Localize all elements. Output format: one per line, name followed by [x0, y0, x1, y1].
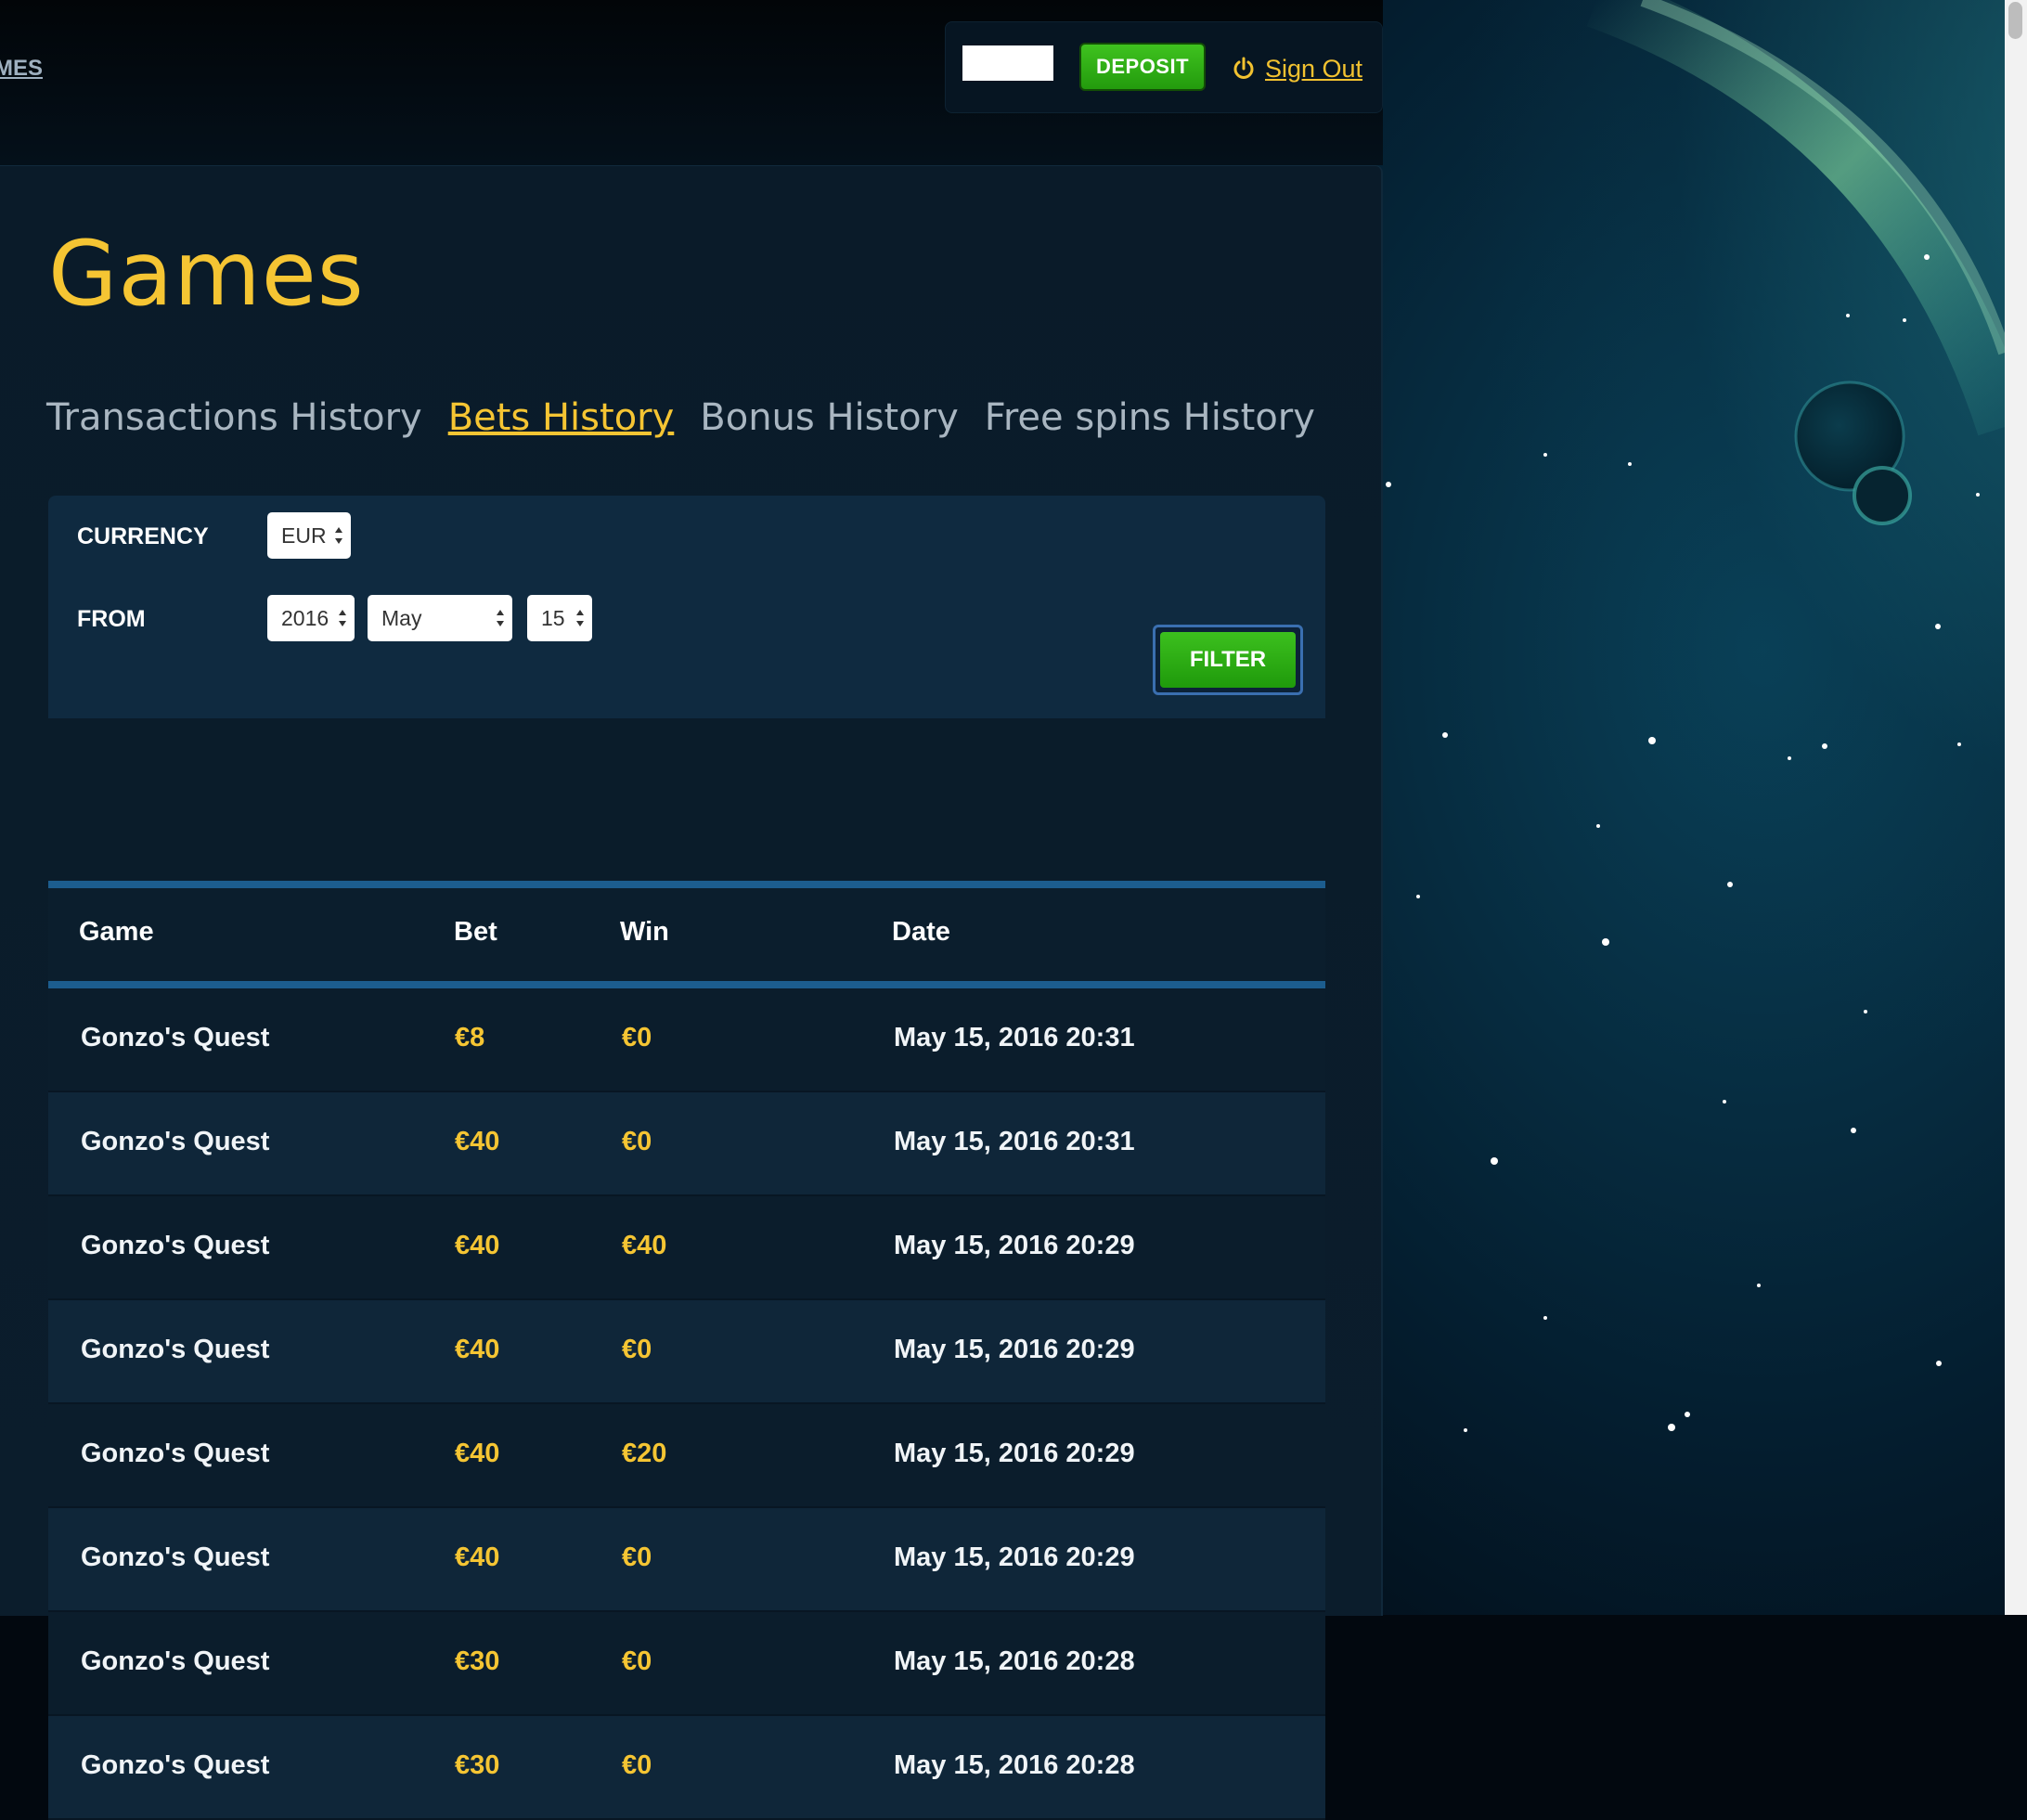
from-month-select[interactable]: May [368, 595, 512, 641]
page-title: Games [48, 222, 365, 326]
table-row: Gonzo's Quest €40 €0 May 15, 2016 20:29 [48, 1508, 1325, 1612]
column-header-game: Game [79, 917, 154, 947]
filter-button[interactable]: FILTER [1160, 632, 1296, 688]
from-year-select[interactable]: 2016 [267, 595, 355, 641]
history-tabs: Transactions History Bets History Bonus … [46, 396, 1315, 439]
from-year-value: 2016 [281, 606, 329, 630]
select-arrows-icon [339, 610, 346, 626]
cell-bet: €40 [455, 1542, 500, 1572]
cell-date: May 15, 2016 20:28 [894, 1750, 1135, 1780]
cell-game: Gonzo's Quest [81, 1439, 270, 1468]
bets-table: Game Bet Win Date Gonzo's Quest €8 €0 Ma… [48, 881, 1325, 1820]
cell-win: €0 [622, 1335, 652, 1364]
table-row: Gonzo's Quest €8 €0 May 15, 2016 20:31 [48, 988, 1325, 1092]
tab-free-spins-history[interactable]: Free spins History [985, 396, 1315, 439]
cell-game: Gonzo's Quest [81, 1023, 270, 1052]
column-header-win: Win [620, 917, 669, 947]
scrollbar-thumb[interactable] [2008, 2, 2022, 39]
from-label: FROM [77, 606, 146, 632]
select-arrows-icon [335, 527, 342, 544]
username-redacted [962, 45, 1053, 81]
account-bar: DEPOSIT Sign Out [945, 21, 1383, 113]
cell-game: Gonzo's Quest [81, 1335, 270, 1364]
cell-date: May 15, 2016 20:29 [894, 1335, 1135, 1364]
power-icon [1233, 57, 1254, 79]
cell-win: €0 [622, 1127, 652, 1156]
sign-out-link[interactable]: Sign Out [1232, 50, 1362, 87]
nav-link-games[interactable]: MES [0, 56, 43, 82]
cell-win: €0 [622, 1542, 652, 1572]
tab-transactions-history[interactable]: Transactions History [46, 396, 422, 439]
currency-label: CURRENCY [77, 523, 209, 549]
cell-date: May 15, 2016 20:29 [894, 1439, 1135, 1468]
cell-game: Gonzo's Quest [81, 1646, 270, 1676]
tab-bets-history[interactable]: Bets History [448, 396, 675, 439]
filter-button-frame: FILTER [1153, 625, 1303, 695]
cell-bet: €30 [455, 1750, 500, 1780]
cell-date: May 15, 2016 20:28 [894, 1646, 1135, 1676]
currency-select[interactable]: EUR [267, 512, 351, 559]
cell-bet: €8 [455, 1023, 485, 1052]
cell-bet: €40 [455, 1127, 500, 1156]
cell-date: May 15, 2016 20:29 [894, 1231, 1135, 1260]
cell-game: Gonzo's Quest [81, 1231, 270, 1260]
tab-bonus-history[interactable]: Bonus History [700, 396, 958, 439]
select-arrows-icon [576, 610, 584, 626]
table-row: Gonzo's Quest €40 €0 May 15, 2016 20:29 [48, 1300, 1325, 1404]
table-header: Game Bet Win Date [48, 881, 1325, 988]
cell-win: €0 [622, 1023, 652, 1052]
cell-bet: €40 [455, 1439, 500, 1468]
cell-date: May 15, 2016 20:29 [894, 1542, 1135, 1572]
table-row: Gonzo's Quest €30 €0 May 15, 2016 20:28 [48, 1612, 1325, 1716]
cell-bet: €30 [455, 1646, 500, 1676]
sign-out-label: Sign Out [1265, 54, 1363, 83]
currency-select-value: EUR [281, 523, 327, 548]
cell-date: May 15, 2016 20:31 [894, 1127, 1135, 1156]
table-row: Gonzo's Quest €30 €0 May 15, 2016 20:28 [48, 1716, 1325, 1820]
table-row: Gonzo's Quest €40 €40 May 15, 2016 20:29 [48, 1196, 1325, 1300]
deposit-button[interactable]: DEPOSIT [1081, 45, 1204, 89]
from-month-value: May [381, 606, 422, 630]
filter-form: CURRENCY EUR FROM 2016 May 15 [48, 496, 1325, 718]
cell-game: Gonzo's Quest [81, 1542, 270, 1572]
content-panel: Games Transactions History Bets History … [0, 165, 1383, 1820]
from-day-value: 15 [541, 606, 565, 630]
column-header-bet: Bet [454, 917, 497, 947]
table-body: Gonzo's Quest €8 €0 May 15, 2016 20:31 G… [48, 988, 1325, 1820]
table-row: Gonzo's Quest €40 €20 May 15, 2016 20:29 [48, 1404, 1325, 1508]
cell-win: €0 [622, 1750, 652, 1780]
cell-win: €0 [622, 1646, 652, 1676]
cell-win: €40 [622, 1231, 667, 1260]
cell-game: Gonzo's Quest [81, 1127, 270, 1156]
column-header-date: Date [892, 917, 950, 947]
cell-bet: €40 [455, 1335, 500, 1364]
cell-date: May 15, 2016 20:31 [894, 1023, 1135, 1052]
page-scrollbar[interactable] [2005, 0, 2027, 1615]
select-arrows-icon [497, 610, 504, 626]
from-day-select[interactable]: 15 [527, 595, 592, 641]
cell-game: Gonzo's Quest [81, 1750, 270, 1780]
cell-win: €20 [622, 1439, 667, 1468]
cell-bet: €40 [455, 1231, 500, 1260]
table-row: Gonzo's Quest €40 €0 May 15, 2016 20:31 [48, 1092, 1325, 1196]
